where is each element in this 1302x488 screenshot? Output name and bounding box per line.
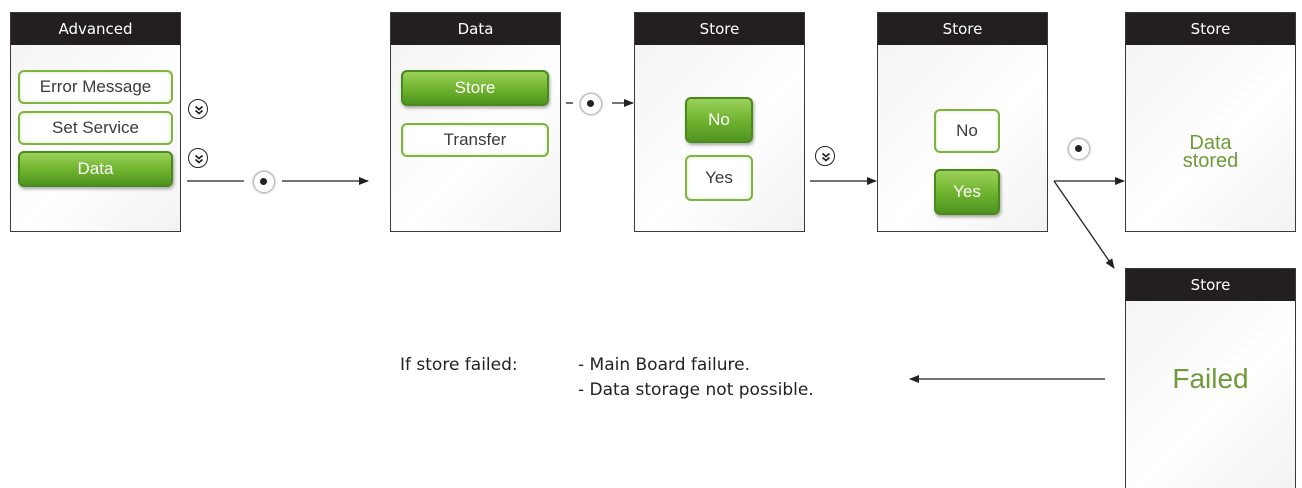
data-button[interactable]: Data [18,151,173,187]
screen-store-no: Store No Yes [634,12,805,232]
screen-data-stored: Store Data stored [1125,12,1296,232]
screen-title: Store [1126,269,1295,301]
set-service-button[interactable]: Set Service [18,111,173,145]
data-stored-line2: stored [1182,150,1239,172]
failed-message: Failed [1172,363,1249,394]
screen-title: Store [635,13,804,45]
transfer-button[interactable]: Transfer [401,123,549,157]
screen-store-yes: Store No Yes [877,12,1048,232]
select-dot-icon[interactable] [253,171,275,193]
no-button[interactable]: No [685,97,753,143]
screen-title: Store [878,13,1047,45]
store-button[interactable]: Store [401,70,549,106]
no-button[interactable]: No [934,109,1000,153]
arrow-yes-to-failed [1053,180,1115,269]
screen-failed: Store Failed [1125,268,1296,488]
select-dot-icon[interactable] [1068,138,1090,160]
failure-reason: - Data storage not possible. [578,380,814,400]
screen-title: Store [1126,13,1295,45]
error-message-button[interactable]: Error Message [18,70,173,104]
failure-note-label: If store failed: [400,355,518,375]
double-chevron-down-icon[interactable] [815,146,835,166]
screen-title: Data [391,13,560,45]
yes-button[interactable]: Yes [685,155,753,201]
yes-button[interactable]: Yes [934,169,1000,215]
screen-advanced: Advanced Error Message Set Service Data [10,12,181,232]
screen-title: Advanced [11,13,180,45]
failure-reason: - Main Board failure. [578,355,750,375]
double-chevron-down-icon[interactable] [188,99,208,119]
select-dot-icon[interactable] [580,93,602,115]
screen-data: Data Store Transfer [390,12,561,232]
double-chevron-down-icon[interactable] [188,148,208,168]
